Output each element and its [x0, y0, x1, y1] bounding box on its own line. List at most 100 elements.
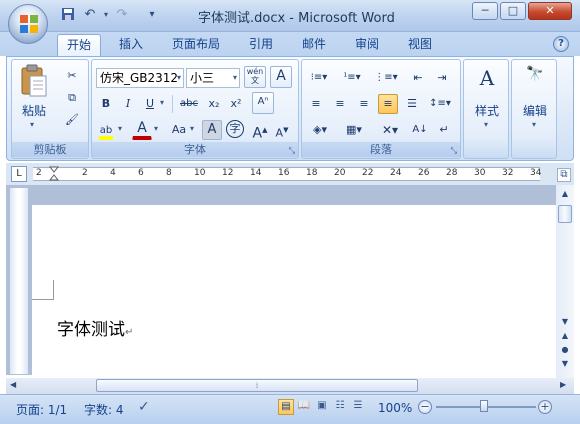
- close-button[interactable]: ✕: [528, 2, 572, 20]
- zoom-in-button[interactable]: +: [538, 400, 552, 414]
- document-page[interactable]: [32, 205, 556, 376]
- tab-selector-icon[interactable]: L: [11, 166, 27, 182]
- superscript-icon[interactable]: x²: [226, 94, 246, 114]
- undo-dropdown-icon[interactable]: ▾: [98, 7, 114, 23]
- copy-icon[interactable]: ⧉: [62, 88, 82, 108]
- highlight-dropdown-icon[interactable]: ▾: [118, 124, 122, 133]
- zoom-out-button[interactable]: −: [418, 400, 432, 414]
- phonetic-guide-icon[interactable]: wén 文: [244, 66, 266, 88]
- bullets-icon[interactable]: ⁝≡▾: [306, 68, 332, 88]
- enclose-characters-icon[interactable]: 字: [226, 120, 244, 138]
- align-center-icon[interactable]: ≡: [330, 94, 350, 114]
- paste-icon[interactable]: [20, 64, 48, 98]
- subscript-icon[interactable]: x₂: [204, 94, 224, 114]
- line-spacing-icon[interactable]: ↕≡▾: [426, 94, 454, 114]
- paste-dropdown-icon[interactable]: ▾: [30, 120, 34, 129]
- italic-icon[interactable]: I: [118, 94, 138, 114]
- scroll-up-icon[interactable]: ▲: [557, 187, 573, 201]
- highlight-icon[interactable]: ab: [96, 120, 116, 140]
- redo-icon[interactable]: ↷: [114, 7, 130, 23]
- multilevel-list-icon[interactable]: ⋮≡▾: [372, 68, 400, 88]
- decrease-indent-icon[interactable]: ⇤: [408, 68, 428, 88]
- underline-dropdown-icon[interactable]: ▾: [160, 98, 164, 107]
- justify-icon[interactable]: ≡: [378, 94, 398, 114]
- scroll-right-icon[interactable]: ▶: [560, 380, 566, 389]
- format-painter-icon[interactable]: 🖌: [62, 110, 82, 130]
- font-color-icon[interactable]: A: [132, 120, 152, 140]
- character-shading-icon[interactable]: A: [202, 120, 222, 140]
- zoom-slider-thumb[interactable]: [480, 400, 488, 412]
- zoom-level[interactable]: 100%: [378, 401, 412, 415]
- editing-group[interactable]: 🔭 编辑 ▾: [511, 59, 557, 159]
- outline-icon[interactable]: ☷: [332, 399, 348, 415]
- previous-page-icon[interactable]: ▲: [557, 331, 573, 343]
- borders-icon[interactable]: ▦▾: [340, 120, 368, 140]
- maximize-button[interactable]: □: [500, 2, 526, 20]
- page-count[interactable]: 页面: 1/1: [16, 401, 67, 418]
- vertical-ruler[interactable]: [10, 188, 28, 374]
- clear-formatting-icon[interactable]: Aⁿ: [252, 92, 274, 114]
- grow-font-icon[interactable]: A▲: [250, 120, 270, 142]
- change-case-dropdown-icon[interactable]: ▾: [190, 124, 194, 133]
- ruler-number: 16: [278, 168, 290, 178]
- numbering-icon[interactable]: ¹≡▾: [338, 68, 366, 88]
- view-ruler-icon[interactable]: ⧉: [557, 168, 571, 182]
- browse-object-icon[interactable]: ●: [557, 345, 573, 357]
- tab-insert[interactable]: 插入: [110, 34, 152, 56]
- minimize-button[interactable]: ─: [472, 2, 498, 20]
- horizontal-scroll-thumb[interactable]: ⁞: [96, 379, 418, 392]
- increase-indent-icon[interactable]: ⇥: [432, 68, 452, 88]
- indent-marker-icon[interactable]: [48, 166, 60, 182]
- styles-group[interactable]: A 样式 ▾: [463, 59, 509, 159]
- scroll-left-icon[interactable]: ◀: [10, 380, 16, 389]
- cut-icon[interactable]: ✂: [62, 66, 82, 86]
- word-count[interactable]: 字数: 4: [84, 401, 124, 418]
- font-dialog-launcher-icon[interactable]: ⤡: [289, 146, 295, 156]
- document-text[interactable]: 字体测试↵: [57, 315, 133, 340]
- align-left-icon[interactable]: ≡: [306, 94, 326, 114]
- editing-button[interactable]: 编辑: [512, 102, 558, 119]
- horizontal-scrollbar[interactable]: ◀ ⁞ ▶: [6, 378, 574, 394]
- sort-icon[interactable]: A↓: [410, 120, 430, 140]
- show-marks-icon[interactable]: ↵: [434, 120, 454, 140]
- undo-icon[interactable]: ↶: [82, 7, 98, 23]
- shading-icon[interactable]: ◈▾: [306, 120, 334, 140]
- proofing-icon[interactable]: ✓: [138, 399, 150, 415]
- paragraph-dialog-launcher-icon[interactable]: ⤡: [451, 146, 457, 156]
- full-screen-reading-icon[interactable]: 📖: [296, 399, 312, 415]
- bold-icon[interactable]: B: [96, 94, 116, 114]
- font-group-label: 字体: [92, 142, 298, 157]
- font-size-combo[interactable]: 小三 ▾: [186, 68, 240, 88]
- save-icon[interactable]: [60, 7, 76, 23]
- tab-view[interactable]: 视图: [399, 34, 441, 56]
- tab-review[interactable]: 审阅: [346, 34, 388, 56]
- customize-qat-icon[interactable]: ▾: [144, 7, 160, 23]
- editing-dropdown-icon[interactable]: ▾: [532, 120, 536, 129]
- shrink-font-icon[interactable]: A▼: [272, 120, 292, 140]
- vertical-scrollbar[interactable]: ▲ ▼ ▲ ● ▼: [556, 185, 574, 378]
- scroll-down-icon[interactable]: ▼: [557, 317, 573, 329]
- help-icon[interactable]: ?: [553, 36, 569, 52]
- paste-button[interactable]: 粘贴: [16, 102, 52, 119]
- character-border-icon[interactable]: A: [270, 66, 292, 88]
- align-right-icon[interactable]: ≡: [354, 94, 374, 114]
- print-layout-icon[interactable]: ▤: [278, 399, 294, 415]
- font-name-combo[interactable]: 仿宋_GB2312 ▾: [96, 68, 184, 88]
- draft-icon[interactable]: ☰: [350, 399, 366, 415]
- font-color-dropdown-icon[interactable]: ▾: [154, 124, 158, 133]
- distributed-icon[interactable]: ☰: [402, 94, 422, 114]
- vertical-scroll-thumb[interactable]: [558, 205, 572, 223]
- styles-button[interactable]: 样式: [464, 102, 510, 119]
- tab-mailings[interactable]: 邮件: [293, 34, 335, 56]
- styles-dropdown-icon[interactable]: ▾: [484, 120, 488, 129]
- chinese-layout-icon[interactable]: ✕▾: [376, 120, 404, 140]
- strikethrough-icon[interactable]: abc: [176, 94, 202, 114]
- change-case-icon[interactable]: Aa: [166, 120, 192, 140]
- office-button[interactable]: [8, 4, 48, 44]
- tab-references[interactable]: 引用: [240, 34, 282, 56]
- next-page-icon[interactable]: ▼: [557, 359, 573, 371]
- underline-icon[interactable]: U: [140, 94, 160, 114]
- web-layout-icon[interactable]: ▣: [314, 399, 330, 415]
- tab-page-layout[interactable]: 页面布局: [163, 34, 229, 56]
- tab-home[interactable]: 开始: [57, 34, 102, 56]
